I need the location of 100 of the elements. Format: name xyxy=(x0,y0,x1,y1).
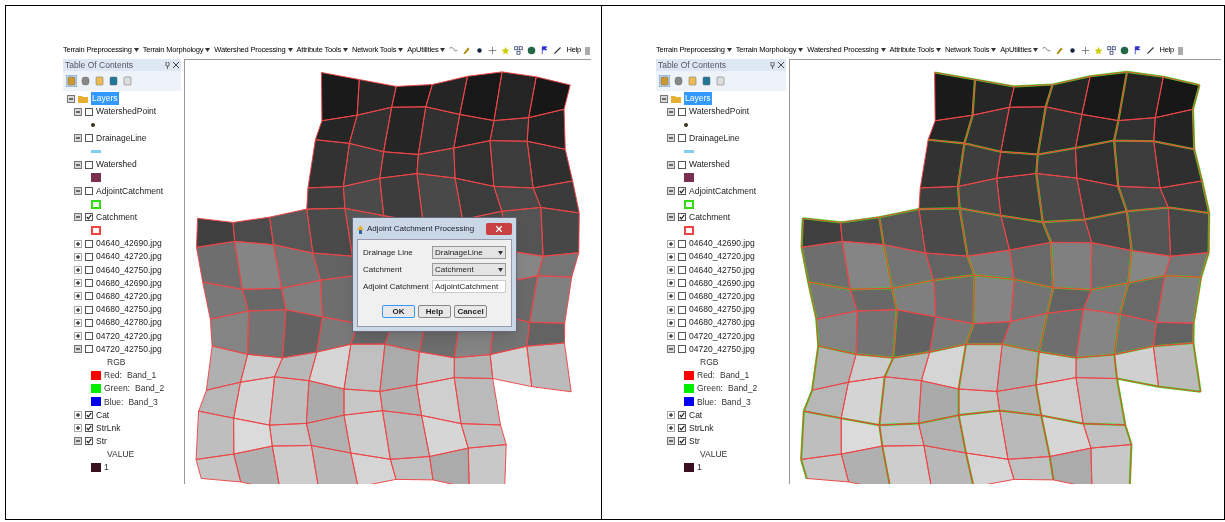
layer-checkbox[interactable] xyxy=(678,107,686,116)
layer-name[interactable]: 04680_42750.jpg xyxy=(689,303,755,316)
layer-checkbox[interactable] xyxy=(678,160,686,169)
layer-checkbox[interactable] xyxy=(85,252,93,261)
layer-name[interactable]: Str xyxy=(96,435,107,448)
expand-icon[interactable] xyxy=(667,292,675,301)
dialog-button[interactable]: Cancel xyxy=(454,305,487,318)
layer-dropdown[interactable]: DrainageLine xyxy=(432,246,506,259)
close-icon[interactable] xyxy=(173,62,179,68)
pin-icon[interactable] xyxy=(165,61,170,69)
collapse-icon[interactable] xyxy=(67,94,75,103)
layer-checkbox[interactable] xyxy=(678,305,686,314)
collapse-icon[interactable] xyxy=(667,134,675,143)
expand-icon[interactable] xyxy=(667,424,675,433)
layer-checkbox[interactable] xyxy=(85,437,93,446)
collapse-icon[interactable] xyxy=(667,213,675,222)
layer-name[interactable]: AdjointCatchment xyxy=(96,184,164,198)
network-icon[interactable] xyxy=(1107,45,1117,55)
squiggle-icon[interactable] xyxy=(449,45,459,55)
layer-name[interactable]: DrainageLine xyxy=(96,131,147,145)
layer-name[interactable]: 04680_42690.jpg xyxy=(96,276,162,290)
collapse-icon[interactable] xyxy=(667,160,675,169)
collapse-icon[interactable] xyxy=(74,345,82,354)
layer-name[interactable]: 04720_42750.jpg xyxy=(689,342,755,356)
layer-checkbox[interactable] xyxy=(678,239,686,248)
dialog-button[interactable]: Help xyxy=(418,305,451,318)
layer-name[interactable]: Cat xyxy=(689,408,703,422)
flag-icon[interactable] xyxy=(540,45,550,55)
expand-icon[interactable] xyxy=(667,239,675,248)
layer-name[interactable]: Watershed xyxy=(96,158,137,171)
collapse-icon[interactable] xyxy=(74,186,82,195)
layer-name[interactable]: 04640_42750.jpg xyxy=(689,263,755,277)
expand-icon[interactable] xyxy=(74,266,82,275)
close-icon[interactable] xyxy=(778,62,784,68)
layer-checkbox[interactable] xyxy=(85,411,93,420)
layer-name[interactable]: WatershedPoint xyxy=(689,105,750,119)
expand-icon[interactable] xyxy=(667,318,675,327)
layer-name[interactable]: 04680_42690.jpg xyxy=(689,276,755,290)
layer-name[interactable]: 04640_42720.jpg xyxy=(96,250,162,264)
layer-checkbox[interactable] xyxy=(678,437,686,446)
layer-name[interactable]: StrLnk xyxy=(96,421,121,435)
pen-icon[interactable] xyxy=(553,45,563,55)
layer-name[interactable]: WatershedPoint xyxy=(96,105,157,119)
layer-checkbox[interactable] xyxy=(678,424,686,433)
collapse-icon[interactable] xyxy=(74,134,82,143)
layer-checkbox[interactable] xyxy=(85,279,93,288)
expand-icon[interactable] xyxy=(74,411,82,420)
expand-icon[interactable] xyxy=(74,279,82,288)
expand-icon[interactable] xyxy=(667,411,675,420)
layer-name[interactable]: 04640_42690.jpg xyxy=(96,237,162,251)
layer-checkbox[interactable] xyxy=(678,134,686,143)
globe-icon[interactable] xyxy=(1120,45,1130,55)
expand-icon[interactable] xyxy=(74,331,82,340)
layer-name[interactable]: Catchment xyxy=(96,210,138,224)
layer-name[interactable]: 04720_42750.jpg xyxy=(96,342,162,356)
squiggle-icon[interactable] xyxy=(1042,45,1052,55)
layer-name[interactable]: AdjointCatchment xyxy=(689,184,757,198)
dot-icon[interactable] xyxy=(475,45,485,55)
layer-name[interactable]: StrLnk xyxy=(689,421,714,435)
layer-checkbox[interactable] xyxy=(678,318,686,327)
layer-name[interactable]: 04640_42690.jpg xyxy=(689,237,755,251)
flag-icon[interactable] xyxy=(1133,45,1143,55)
layer-checkbox[interactable] xyxy=(678,331,686,340)
layer-dropdown[interactable]: Catchment xyxy=(432,263,506,276)
layer-name[interactable]: Watershed xyxy=(689,158,730,171)
layer-name[interactable]: 04680_42780.jpg xyxy=(96,316,162,330)
dialog-button[interactable]: OK xyxy=(382,305,415,318)
layer-checkbox[interactable] xyxy=(85,305,93,314)
expand-icon[interactable] xyxy=(74,292,82,301)
layer-checkbox[interactable] xyxy=(85,107,93,116)
expand-icon[interactable] xyxy=(74,424,82,433)
layer-checkbox[interactable] xyxy=(678,345,686,354)
layer-checkbox[interactable] xyxy=(678,279,686,288)
globe-icon[interactable] xyxy=(527,45,537,55)
layer-checkbox[interactable] xyxy=(85,331,93,340)
expand-icon[interactable] xyxy=(667,331,675,340)
expand-icon[interactable] xyxy=(74,318,82,327)
pen-icon[interactable] xyxy=(1146,45,1156,55)
collapse-icon[interactable] xyxy=(74,437,82,446)
layer-checkbox[interactable] xyxy=(85,213,93,222)
collapse-icon[interactable] xyxy=(74,107,82,116)
layer-name[interactable]: 04720_42720.jpg xyxy=(96,329,162,343)
expand-icon[interactable] xyxy=(667,305,675,314)
layer-checkbox[interactable] xyxy=(85,239,93,248)
expand-icon[interactable] xyxy=(667,252,675,261)
expand-icon[interactable] xyxy=(74,239,82,248)
star-icon[interactable] xyxy=(1094,45,1104,55)
layer-checkbox[interactable] xyxy=(85,424,93,433)
layer-checkbox[interactable] xyxy=(85,292,93,301)
layer-name[interactable]: 04680_42750.jpg xyxy=(96,303,162,316)
layer-name[interactable]: 04680_42780.jpg xyxy=(689,316,755,330)
collapse-icon[interactable] xyxy=(667,186,675,195)
layer-checkbox[interactable] xyxy=(85,134,93,143)
layer-name[interactable]: Catchment xyxy=(689,210,731,224)
layer-checkbox[interactable] xyxy=(85,160,93,169)
layer-checkbox[interactable] xyxy=(85,318,93,327)
network-icon[interactable] xyxy=(514,45,524,55)
layer-checkbox[interactable] xyxy=(678,186,686,195)
collapse-icon[interactable] xyxy=(74,160,82,169)
layer-checkbox[interactable] xyxy=(678,213,686,222)
